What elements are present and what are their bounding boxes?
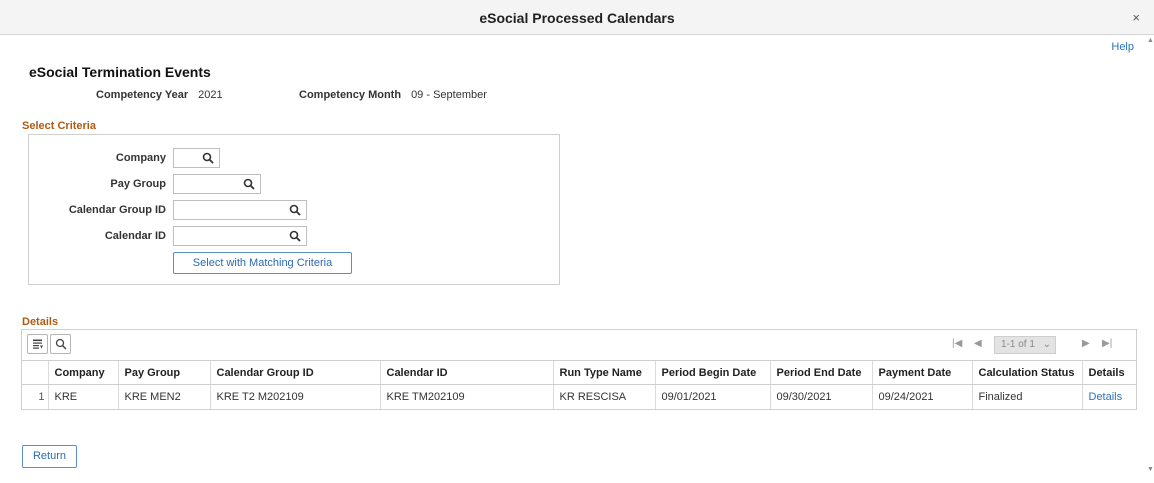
- row-count-selector[interactable]: 1-1 of 1 ⌄: [994, 336, 1056, 354]
- return-button[interactable]: Return: [22, 445, 77, 468]
- column-header-details: Details: [1081, 360, 1136, 385]
- cell-calculation-status: Finalized: [971, 384, 1082, 409]
- select-criteria-title: Select Criteria: [22, 120, 96, 132]
- column-header-company: Company: [47, 360, 118, 385]
- table-row: 1 KRE KRE MEN2 KRE T2 M202109 KRE TM2021…: [22, 384, 1136, 409]
- column-header-calendar-id: Calendar ID: [379, 360, 553, 385]
- next-page-icon[interactable]: ▶: [1082, 338, 1090, 349]
- grid-pager: |◀ ◀ 1-1 of 1 ⌄ ▶ ▶|: [952, 336, 1122, 354]
- grid-personalize-button[interactable]: [27, 334, 48, 354]
- competency-year-label: Competency Year: [96, 89, 189, 101]
- pay-group-label: Pay Group: [110, 178, 166, 190]
- grid-toolbar: |◀ ◀ 1-1 of 1 ⌄ ▶ ▶|: [22, 330, 1136, 360]
- dialog-titlebar: eSocial Processed Calendars ×: [0, 0, 1154, 35]
- help-link[interactable]: Help: [1111, 41, 1134, 53]
- calendar-group-id-label: Calendar Group ID: [68, 204, 166, 216]
- cell-run-type-name: KR RESCISA: [552, 384, 655, 409]
- select-criteria-panel: Company Pay Group Calendar Group ID Cale…: [28, 134, 560, 285]
- column-header-calculation-status: Calculation Status: [971, 360, 1082, 385]
- pay-group-input[interactable]: [173, 174, 261, 194]
- company-input[interactable]: [173, 148, 220, 168]
- cell-calendar-id: KRE TM202109: [379, 384, 553, 409]
- column-header-payment-date: Payment Date: [871, 360, 972, 385]
- competency-year-value: 2021: [198, 89, 223, 101]
- row-count: 1-1 of 1: [1001, 339, 1035, 350]
- prev-page-icon[interactable]: ◀: [974, 338, 982, 349]
- chevron-down-icon: ⌄: [1042, 339, 1051, 350]
- cell-company: KRE: [47, 384, 118, 409]
- competency-month-value: 09 - September: [411, 89, 487, 101]
- last-page-icon[interactable]: ▶|: [1102, 338, 1112, 349]
- vertical-scrollbar[interactable]: ▲ ▼: [1146, 35, 1154, 483]
- calendar-id-input[interactable]: [173, 226, 307, 246]
- close-icon[interactable]: ×: [1132, 10, 1140, 25]
- competency-month-label: Competency Month: [299, 89, 402, 101]
- search-icon[interactable]: [243, 178, 255, 190]
- search-icon: [55, 338, 67, 350]
- column-header-calendar-group-id: Calendar Group ID: [209, 360, 380, 385]
- details-grid: |◀ ◀ 1-1 of 1 ⌄ ▶ ▶| Company Pay Group C…: [21, 329, 1137, 410]
- scroll-down-icon[interactable]: ▼: [1147, 466, 1154, 473]
- column-header-period-begin-date: Period Begin Date: [654, 360, 770, 385]
- competency-year: Competency Year 2021: [96, 89, 223, 101]
- table-header-row: Company Pay Group Calendar Group ID Cale…: [22, 360, 1136, 385]
- cell-calendar-group-id: KRE T2 M202109: [209, 384, 380, 409]
- scroll-up-icon[interactable]: ▲: [1147, 37, 1154, 44]
- search-icon[interactable]: [289, 204, 301, 216]
- row-number: 1: [38, 390, 45, 403]
- competency-month: Competency Month 09 - September: [299, 89, 487, 101]
- search-icon[interactable]: [202, 152, 214, 164]
- cell-pay-group: KRE MEN2: [117, 384, 210, 409]
- column-header-period-end-date: Period End Date: [769, 360, 872, 385]
- column-header-run-type-name: Run Type Name: [552, 360, 655, 385]
- dialog-title: eSocial Processed Calendars: [479, 10, 675, 26]
- calendar-group-id-input[interactable]: [173, 200, 307, 220]
- column-header-pay-group: Pay Group: [117, 360, 210, 385]
- details-table: Company Pay Group Calendar Group ID Cale…: [22, 360, 1136, 409]
- company-label: Company: [115, 152, 166, 164]
- first-page-icon[interactable]: |◀: [952, 338, 962, 349]
- page-title: eSocial Termination Events: [29, 64, 211, 80]
- grid-personalize-icon: [33, 339, 43, 349]
- grid-find-button[interactable]: [50, 334, 71, 354]
- cell-period-end-date: 09/30/2021: [769, 384, 872, 409]
- cell-payment-date: 09/24/2021: [871, 384, 972, 409]
- calendar-id-label: Calendar ID: [104, 230, 166, 242]
- select-matching-criteria-button[interactable]: Select with Matching Criteria: [173, 252, 352, 274]
- cell-period-begin-date: 09/01/2021: [654, 384, 770, 409]
- details-section-title: Details: [22, 316, 59, 328]
- details-link[interactable]: Details: [1081, 384, 1136, 409]
- row-number-header: [22, 360, 48, 385]
- search-icon[interactable]: [289, 230, 301, 242]
